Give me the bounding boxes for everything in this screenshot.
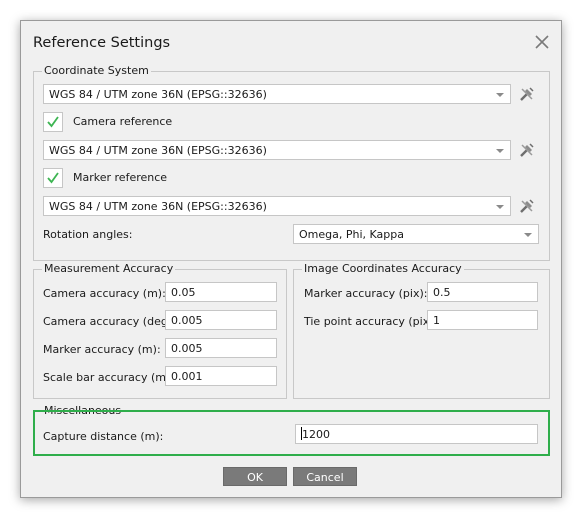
tools-icon[interactable] [518,85,536,103]
measurement-accuracy-title: Measurement Accuracy [42,262,176,276]
camera-reference-label: Camera reference [73,115,173,128]
chevron-down-icon [496,205,504,209]
ok-button[interactable]: OK [223,467,287,486]
title-bar: Reference Settings [21,21,561,65]
marker-crs-value: WGS 84 / UTM zone 36N (EPSG::32636) [49,200,267,213]
tie-point-accuracy-field[interactable]: 1 [427,310,538,330]
marker-accuracy-m-value: 0.005 [171,342,203,355]
camera-accuracy-m-value: 0.05 [171,286,196,299]
image-accuracy-title: Image Coordinates Accuracy [302,262,464,276]
rotation-angles-select[interactable]: Omega, Phi, Kappa [293,224,539,244]
measurement-accuracy-group: Measurement Accuracy Camera accuracy (m)… [33,262,287,399]
camera-accuracy-m-label: Camera accuracy (m): [43,287,166,300]
main-crs-value: WGS 84 / UTM zone 36N (EPSG::32636) [49,88,267,101]
scale-bar-accuracy-label: Scale bar accuracy (m): [43,371,174,384]
chevron-down-icon [496,149,504,153]
tools-icon[interactable] [518,197,536,215]
chevron-down-icon [496,93,504,97]
scale-bar-accuracy-value: 0.001 [171,370,203,383]
marker-accuracy-pix-field[interactable]: 0.5 [427,282,538,302]
tools-icon[interactable] [518,141,536,159]
marker-accuracy-pix-value: 0.5 [433,286,451,299]
main-crs-select[interactable]: WGS 84 / UTM zone 36N (EPSG::32636) [43,84,511,104]
camera-crs-value: WGS 84 / UTM zone 36N (EPSG::32636) [49,144,267,157]
marker-reference-row: Marker reference [43,168,243,188]
image-accuracy-group: Image Coordinates Accuracy Marker accura… [293,262,550,399]
tie-point-accuracy-value: 1 [433,314,440,327]
reference-settings-dialog: Reference Settings Coordinate System WGS… [20,20,562,498]
close-icon[interactable] [533,33,551,51]
camera-reference-row: Camera reference [43,112,243,132]
tie-point-accuracy-label: Tie point accuracy (pix): [304,315,438,328]
scale-bar-accuracy-field[interactable]: 0.001 [165,366,277,386]
marker-accuracy-pix-label: Marker accuracy (pix): [304,287,428,300]
marker-accuracy-m-label: Marker accuracy (m): [43,343,161,356]
camera-crs-select[interactable]: WGS 84 / UTM zone 36N (EPSG::32636) [43,140,511,160]
marker-reference-checkbox[interactable] [43,168,63,188]
camera-accuracy-deg-field[interactable]: 0.005 [165,310,277,330]
focus-highlight [33,410,550,456]
marker-crs-select[interactable]: WGS 84 / UTM zone 36N (EPSG::32636) [43,196,511,216]
camera-accuracy-m-field[interactable]: 0.05 [165,282,277,302]
camera-accuracy-deg-label: Camera accuracy (deg): [43,315,176,328]
rotation-angles-value: Omega, Phi, Kappa [299,228,404,241]
camera-accuracy-deg-value: 0.005 [171,314,203,327]
dialog-title: Reference Settings [33,35,171,51]
coordinate-system-title: Coordinate System [42,64,151,78]
check-icon [47,172,59,184]
marker-accuracy-m-field[interactable]: 0.005 [165,338,277,358]
rotation-angles-label: Rotation angles: [43,228,133,241]
marker-reference-label: Marker reference [73,171,168,184]
coordinate-system-group: Coordinate System WGS 84 / UTM zone 36N … [33,64,550,261]
camera-reference-checkbox[interactable] [43,112,63,132]
chevron-down-icon [524,233,532,237]
check-icon [47,116,59,128]
cancel-button[interactable]: Cancel [293,467,357,486]
